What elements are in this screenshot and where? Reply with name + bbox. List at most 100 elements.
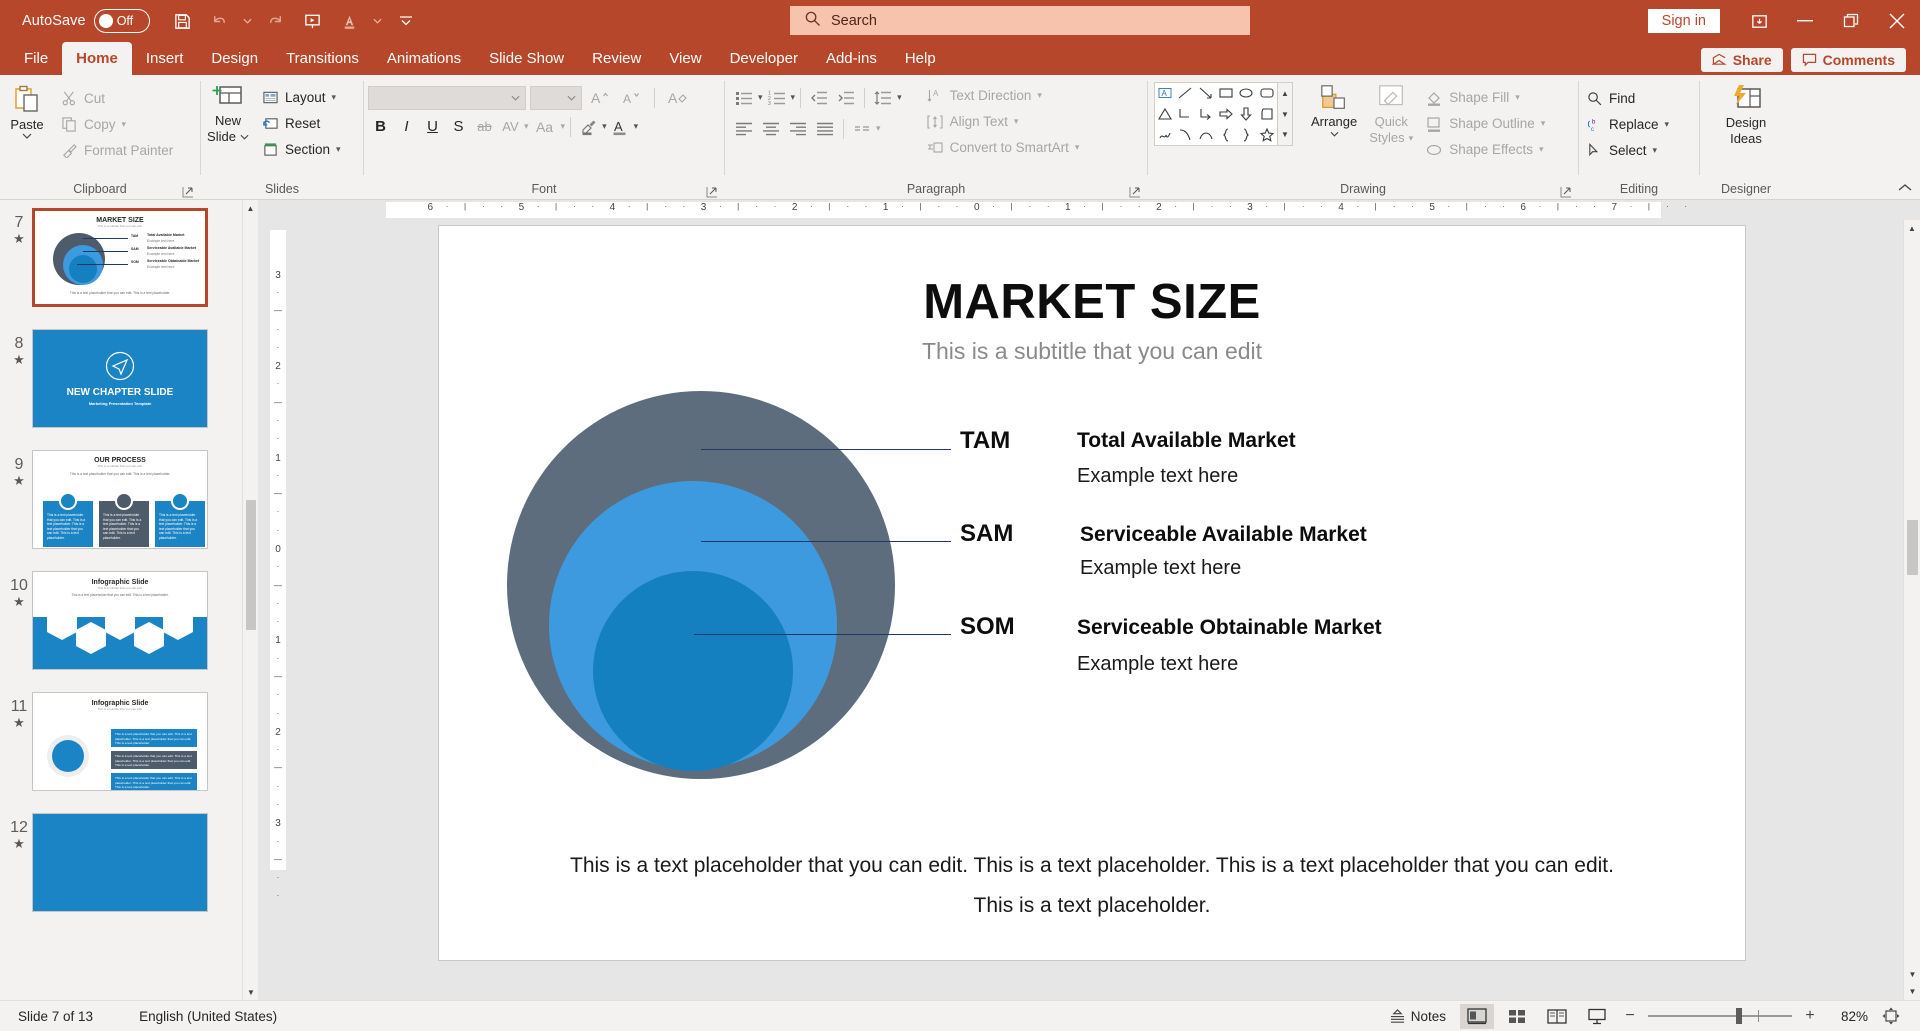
- shape-down-arrow-icon[interactable]: [1236, 104, 1256, 125]
- shape-rounded-rectangle-icon[interactable]: [1257, 83, 1277, 104]
- text-highlight-color-button[interactable]: [576, 114, 601, 139]
- animation-star-icon[interactable]: ★: [6, 353, 32, 367]
- label-sam-abbr[interactable]: SAM: [960, 520, 1013, 548]
- section-button[interactable]: Section ▾: [255, 137, 347, 162]
- paragraph-dialog-launcher-icon[interactable]: [1129, 186, 1141, 198]
- font-color-button[interactable]: A: [608, 114, 633, 139]
- restore-button[interactable]: [1828, 0, 1874, 42]
- shape-right-arrow-icon[interactable]: [1216, 104, 1236, 125]
- bullets-button[interactable]: [731, 85, 757, 110]
- zoom-out-button[interactable]: −: [1620, 1007, 1640, 1025]
- fit-slide-to-window-button[interactable]: [1874, 1004, 1908, 1029]
- shape-oval-icon[interactable]: [1236, 83, 1256, 104]
- font-size-combo[interactable]: [530, 86, 582, 110]
- label-tam-abbr[interactable]: TAM: [960, 427, 1010, 455]
- slide-title[interactable]: MARKET SIZE: [439, 274, 1745, 330]
- zoom-in-button[interactable]: +: [1800, 1007, 1820, 1025]
- shape-effects-button[interactable]: Shape Effects ▾: [1419, 137, 1551, 162]
- ribbon-tab-slide-show[interactable]: Slide Show: [475, 42, 578, 75]
- line-spacing-chevron-down-icon[interactable]: ▾: [897, 92, 902, 103]
- slide-scroll-down-icon[interactable]: ▼: [1904, 966, 1920, 983]
- columns-chevron-down-icon[interactable]: ▾: [876, 123, 881, 134]
- autosave-toggle[interactable]: Off: [93, 9, 150, 33]
- ribbon-display-options-icon[interactable]: [1736, 0, 1782, 42]
- select-chevron-down-icon[interactable]: ▾: [1653, 145, 1658, 156]
- tam-sam-som-diagram[interactable]: [507, 391, 927, 811]
- shapes-gallery[interactable]: A: [1154, 82, 1278, 146]
- collapse-ribbon-icon[interactable]: [1898, 180, 1912, 195]
- zoom-slider-handle[interactable]: [1736, 1008, 1742, 1024]
- ribbon-tab-add-ins[interactable]: Add-ins: [812, 42, 891, 75]
- replace-chevron-down-icon[interactable]: ▾: [1665, 119, 1670, 130]
- slide-canvas[interactable]: MARKET SIZE This is a subtitle that you …: [439, 226, 1745, 960]
- thumbnail-pane-scrollbar[interactable]: ▲ ▼: [242, 200, 258, 1000]
- format-painter-button[interactable]: Format Painter: [54, 138, 179, 163]
- label-tam-example[interactable]: Example text here: [1077, 465, 1238, 488]
- copy-chevron-down-icon[interactable]: ▾: [122, 119, 127, 130]
- increase-indent-button[interactable]: [833, 85, 859, 110]
- decrease-font-size-icon[interactable]: A: [618, 85, 646, 111]
- animation-star-icon[interactable]: ★: [6, 595, 32, 609]
- slide-thumbnail-item[interactable]: 11 ★ Infographic Slide This is a subtitle t…: [0, 692, 258, 813]
- slide-thumbnail-item[interactable]: 8 ★ NEW CHAPTER SLIDE Marketing Presentatio…: [0, 329, 258, 450]
- strikethrough-button[interactable]: ab: [472, 114, 497, 139]
- slide-counter[interactable]: Slide 7 of 13: [18, 1009, 93, 1024]
- ribbon-tab-help[interactable]: Help: [891, 42, 950, 75]
- normal-view-button[interactable]: [1460, 1003, 1494, 1029]
- shapes-gallery-scrollbar[interactable]: ▲ ▼ ▼: [1278, 82, 1293, 146]
- underline-button[interactable]: U: [420, 114, 445, 139]
- font-color-chevron-down-icon[interactable]: ▾: [634, 121, 639, 132]
- align-left-button[interactable]: [731, 116, 757, 141]
- slide-thumbnail-10[interactable]: Infographic Slide This is a subtitle that…: [32, 571, 208, 670]
- shape-arc-icon[interactable]: [1196, 124, 1216, 145]
- character-spacing-chevron-down-icon[interactable]: ▾: [524, 121, 529, 132]
- slide-thumbnail-12[interactable]: [32, 813, 208, 912]
- align-right-button[interactable]: [785, 116, 811, 141]
- label-tam-heading[interactable]: Total Available Market: [1077, 429, 1296, 453]
- change-case-chevron-down-icon[interactable]: ▾: [561, 121, 566, 132]
- ribbon-tab-animations[interactable]: Animations: [373, 42, 475, 75]
- shape-textbox-icon[interactable]: A: [1155, 83, 1175, 104]
- minimize-button[interactable]: [1782, 0, 1828, 42]
- shape-left-brace-icon[interactable]: [1216, 124, 1236, 145]
- reading-view-button[interactable]: [1540, 1004, 1574, 1029]
- smartart-chevron-down-icon[interactable]: ▾: [1075, 142, 1080, 153]
- zoom-slider[interactable]: − +: [1620, 1007, 1820, 1025]
- notes-button[interactable]: Notes: [1381, 1006, 1454, 1027]
- ribbon-tab-developer[interactable]: Developer: [716, 42, 812, 75]
- text-shadow-button[interactable]: S: [446, 114, 471, 139]
- thumbnail-scrollbar-thumb[interactable]: [246, 500, 256, 630]
- shape-elbow-arrow-connector-icon[interactable]: [1196, 104, 1216, 125]
- gallery-more-icon[interactable]: ▼: [1278, 124, 1292, 145]
- clipboard-dialog-launcher-icon[interactable]: [182, 186, 194, 198]
- shape-fill-button[interactable]: Shape Fill ▾: [1419, 85, 1551, 110]
- reset-button[interactable]: Reset: [255, 111, 347, 136]
- comments-button[interactable]: Comments: [1790, 48, 1906, 72]
- shape-right-brace-icon[interactable]: [1236, 124, 1256, 145]
- slide-thumbnail-9[interactable]: OUR PROCESS This is a subtitle that you c…: [32, 450, 208, 549]
- slide-show-view-button[interactable]: [1580, 1004, 1614, 1029]
- search-input[interactable]: Search: [790, 6, 1250, 35]
- circle-som[interactable]: [593, 571, 793, 771]
- increase-font-size-icon[interactable]: A: [586, 85, 614, 111]
- numbering-chevron-down-icon[interactable]: ▾: [791, 92, 796, 103]
- slide-scroll-up-icon[interactable]: ▲: [1904, 220, 1920, 237]
- change-case-button[interactable]: Aa: [530, 114, 560, 139]
- align-text-chevron-down-icon[interactable]: ▾: [1014, 116, 1019, 127]
- numbering-button[interactable]: 123: [764, 85, 790, 110]
- ribbon-tab-home[interactable]: Home: [62, 42, 132, 75]
- save-icon[interactable]: [166, 5, 200, 37]
- new-slide-button[interactable]: New Slide: [201, 80, 255, 148]
- label-som-heading[interactable]: Serviceable Obtainable Market: [1077, 616, 1382, 640]
- zoom-track[interactable]: [1648, 1008, 1792, 1024]
- slide-thumbnail-11[interactable]: Infographic Slide This is a subtitle that…: [32, 692, 208, 791]
- arrange-button[interactable]: Arrange: [1305, 79, 1363, 141]
- font-name-combo[interactable]: [368, 86, 526, 110]
- ribbon-tab-design[interactable]: Design: [197, 42, 272, 75]
- align-center-button[interactable]: [758, 116, 784, 141]
- label-sam-example[interactable]: Example text here: [1080, 557, 1241, 580]
- align-text-button[interactable]: Align Text ▾: [920, 109, 1086, 134]
- find-button[interactable]: Find: [1579, 86, 1675, 111]
- justify-button[interactable]: [812, 116, 838, 141]
- clear-formatting-icon[interactable]: A: [663, 85, 691, 111]
